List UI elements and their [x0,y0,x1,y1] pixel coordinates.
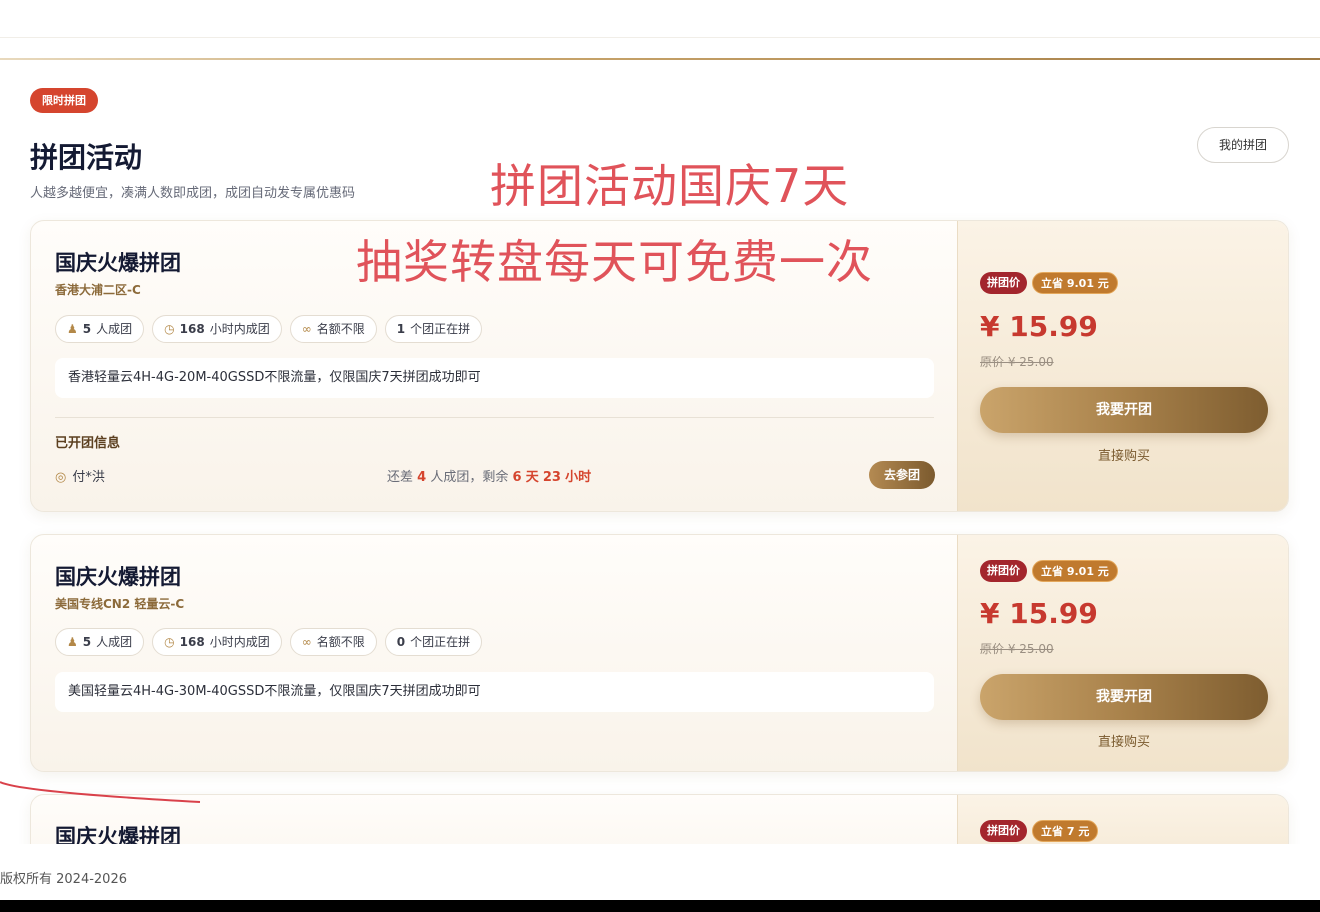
original-price: 原价 ¥ 25.00 [980,355,1054,369]
card-price-panel: 拼团价 立省 7 元 [957,795,1288,844]
remain-hours: 23 [542,470,561,485]
save-tag: 立省 9.01 元 [1032,560,1118,582]
top-bar [0,0,1320,38]
group-price: ¥ 15.99 [980,310,1098,343]
footer: 版权所有 2024-2026 [0,844,1320,900]
group-price: ¥ 15.99 [980,597,1098,630]
overlay-caption-2: 抽奖转盘每天可免费一次 [356,235,873,289]
card-title: 国庆火爆拼团 [55,825,181,844]
chip-active: 0 个团正在拼 [384,628,483,656]
chip-quota-label: 名额不限 [316,635,365,649]
remain-people: 4 [417,470,427,485]
annotation-stroke [0,781,201,803]
chip-active-value: 1 [396,322,406,336]
direct-buy-link[interactable]: 直接购买 [980,445,1268,464]
overlay-caption-1: 拼团活动国庆7天 [490,159,850,213]
price-tags: 拼团价 立省 9.01 元 [980,560,1118,582]
chip-active: 1 个团正在拼 [384,315,483,343]
infinity-icon: ∞ [301,322,312,336]
chip-quota: ∞ 名额不限 [289,628,377,656]
remain-mid: 人成团，剩余 [430,470,509,485]
save-tag: 立省 9.01 元 [1032,272,1118,294]
chip-active-value: 0 [396,635,406,649]
infinity-icon: ∞ [301,635,312,649]
chip-quota: ∞ 名额不限 [289,315,377,343]
remain-info: 还差 4 人成团，剩余 6 天 23 小时 [387,466,591,485]
group-price-tag: 拼团价 [980,820,1027,842]
remain-day-unit: 天 [525,470,539,485]
chip-quota-label: 名额不限 [316,322,365,336]
price-tags: 拼团价 立省 9.01 元 [980,272,1118,294]
price-tags: 拼团价 立省 7 元 [980,820,1099,842]
my-group-button[interactable]: 我的拼团 [1197,127,1289,163]
bottom-bar [0,900,1320,912]
open-group-button[interactable]: 我要开团 [980,674,1268,720]
group-price-tag: 拼团价 [980,272,1027,294]
join-group-button[interactable]: 去参团 [869,461,935,489]
card-price-panel: 拼团价 立省 9.01 元 ¥ 15.99 原价 ¥ 25.00 我要开团 直接… [957,221,1288,511]
group-buy-page: 限时拼团 拼团活动 人越多越便宜，凑满人数即成团，成团自动发专属优惠码 我的拼团… [0,60,1320,844]
copyright-text: 版权所有 2024-2026 [0,872,127,887]
group-price-tag: 拼团价 [980,560,1027,582]
remain-hour-unit: 小时 [565,470,592,485]
card-price-panel: 拼团价 立省 9.01 元 ¥ 15.99 原价 ¥ 25.00 我要开团 直接… [957,535,1288,771]
chip-active-label: 个团正在拼 [410,635,471,649]
direct-buy-link[interactable]: 直接购买 [980,731,1268,750]
original-price: 原价 ¥ 25.00 [980,642,1054,656]
chip-active-label: 个团正在拼 [410,322,471,336]
open-group-button[interactable]: 我要开团 [980,387,1268,433]
remain-prefix: 还差 [387,470,414,485]
remain-days: 6 [512,470,522,485]
save-tag: 立省 7 元 [1032,820,1099,842]
